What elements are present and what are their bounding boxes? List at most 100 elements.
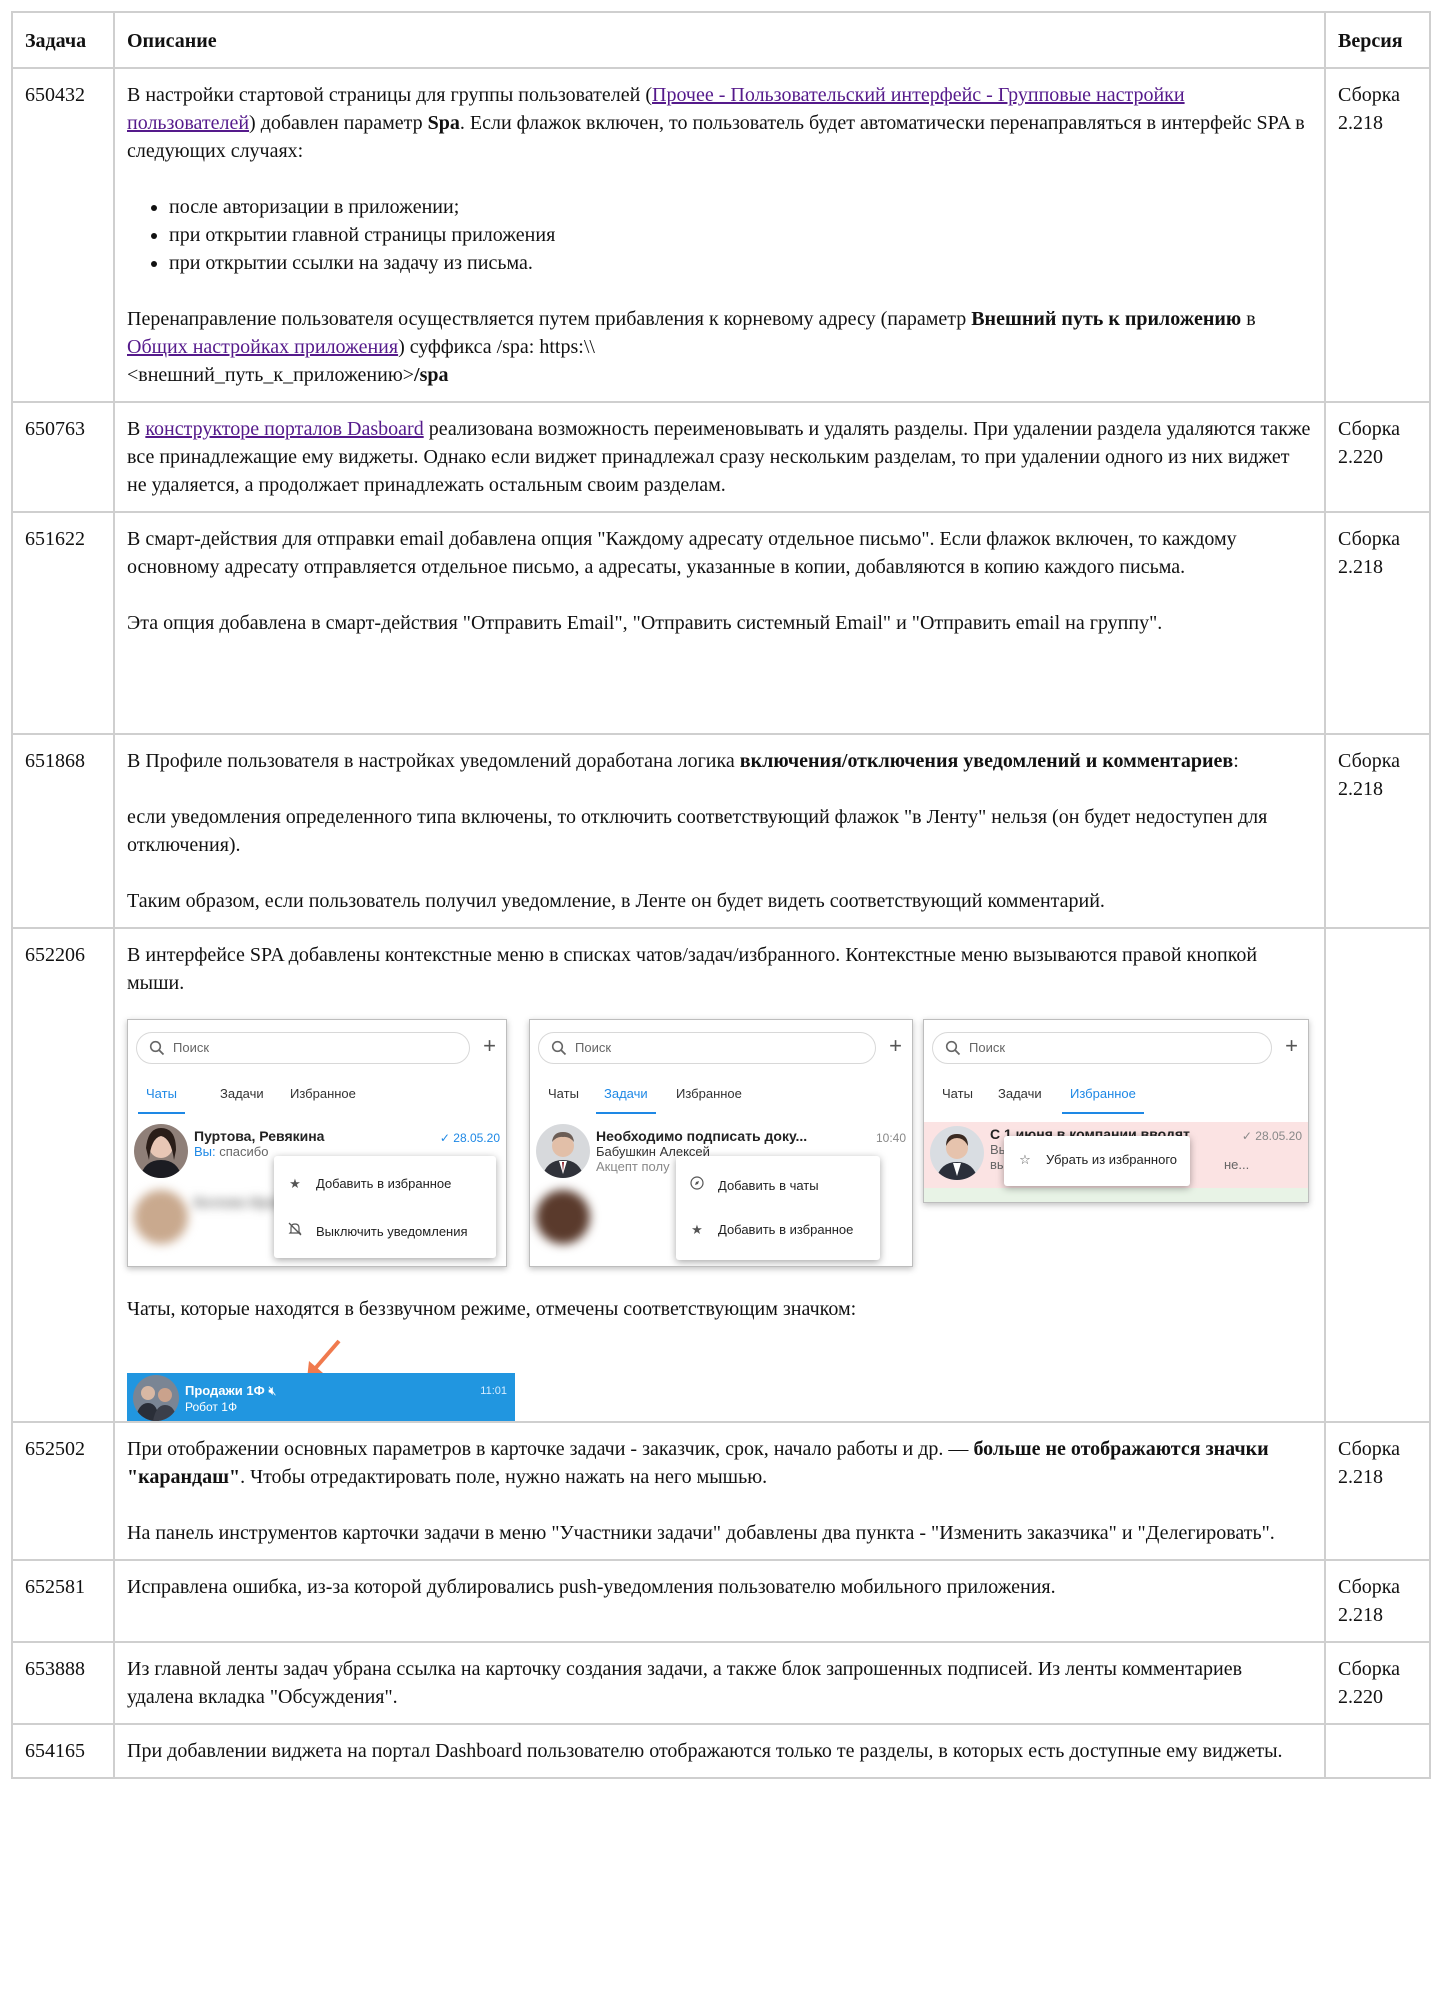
menu-item-remove-favorite[interactable]: ☆ Убрать из избранного	[1016, 1152, 1177, 1168]
menu-label: Выключить уведомления	[316, 1224, 468, 1239]
task-version: Сборка 2.220	[1324, 401, 1431, 513]
add-icon[interactable]: +	[483, 1032, 496, 1060]
menu-label: Убрать из избранного	[1046, 1152, 1178, 1167]
task-id: 650763	[11, 401, 115, 513]
compass-icon	[688, 1176, 706, 1194]
task-description: При отображении основных параметров в ка…	[113, 1421, 1326, 1561]
screenshots-group: Поиск + Чаты Задачи Избранное Пуртова, Р…	[127, 1019, 1312, 1275]
star-outline-icon: ☆	[1019, 1152, 1031, 1167]
paragraph: При отображении основных параметров в ка…	[127, 1435, 1312, 1491]
task-description: В конструкторе порталов Dasboard реализо…	[113, 401, 1326, 513]
task-description: Из главной ленты задач убрана ссылка на …	[113, 1641, 1326, 1725]
list-item[interactable]	[924, 1188, 1308, 1202]
avatar	[133, 1375, 179, 1421]
search-input[interactable]: Поиск	[136, 1032, 470, 1064]
task-id: 652502	[11, 1421, 115, 1561]
chat-preview: Робот 1Ф	[185, 1400, 238, 1414]
paragraph: В настройки стартовой страницы для групп…	[127, 81, 1312, 165]
favorite-preview-tail: не...	[1224, 1157, 1250, 1172]
table-row: 652581 Исправлена ошибка, из-за которой …	[11, 1559, 1431, 1643]
tab-favorites[interactable]: Избранное	[1062, 1086, 1144, 1114]
add-icon[interactable]: +	[1285, 1032, 1298, 1060]
chat-preview: Вы: спасибо	[194, 1144, 268, 1160]
tab-favorites[interactable]: Избранное	[676, 1086, 742, 1102]
chat-row-muted[interactable]: Продажи 1Ф 🔇︎ Робот 1Ф 11:01	[127, 1373, 515, 1421]
chat-name: Пуртова, Ревякина	[194, 1128, 325, 1144]
chat-time: 11:01	[480, 1385, 507, 1397]
context-menu: ☆ Убрать из избранного	[1004, 1136, 1190, 1186]
menu-item-add-favorite[interactable]: ★ Добавить в избранное	[286, 1176, 451, 1192]
menu-item-mute[interactable]: Выключить уведомления	[286, 1222, 468, 1240]
search-input[interactable]: Поиск	[932, 1032, 1272, 1064]
text: спасибо	[215, 1144, 269, 1159]
task-version: Сборка 2.218	[1324, 511, 1431, 735]
release-notes-table: Задача Описание Версия 650432 В настройк…	[11, 11, 1431, 1779]
tab-tasks[interactable]: Задачи	[998, 1086, 1042, 1102]
table-row: 652502 При отображении основных параметр…	[11, 1421, 1431, 1561]
search-icon	[945, 1040, 961, 1056]
task-version: Сборка 2.220	[1324, 1641, 1431, 1725]
tabs: Чаты Задачи Избранное	[548, 1086, 912, 1114]
task-version: Сборка 2.218	[1324, 67, 1431, 403]
paragraph: При добавлении виджета на портал Dashboa…	[127, 1740, 1283, 1762]
task-description: В интерфейсе SPA добавлены контекстные м…	[113, 927, 1326, 1423]
paragraph: Таким образом, если пользователь получил…	[127, 890, 1105, 912]
star-icon: ★	[289, 1176, 301, 1191]
tabs: Чаты Задачи Избранное	[942, 1086, 1308, 1114]
tab-tasks[interactable]: Задачи	[596, 1086, 656, 1114]
search-icon	[551, 1040, 567, 1056]
task-version	[1324, 1723, 1431, 1779]
task-description: В Профиле пользователя в настройках увед…	[113, 733, 1326, 929]
table-row: 651622 В смарт-действия для отправки ema…	[11, 511, 1431, 735]
tab-chats[interactable]: Чаты	[942, 1086, 973, 1102]
avatar	[134, 1124, 188, 1178]
table-row: 653888 Из главной ленты задач убрана ссы…	[11, 1641, 1431, 1725]
bullet-list: после авторизации в приложении; при откр…	[127, 193, 1312, 277]
mute-icon: 🔇︎	[268, 1383, 277, 1398]
link-dashboard-constructor[interactable]: конструкторе порталов Dasboard	[145, 418, 423, 440]
task-id: 652581	[11, 1559, 115, 1643]
avatar	[134, 1190, 188, 1244]
text: В Профиле пользователя в настройках увед…	[127, 750, 740, 772]
search-input[interactable]: Поиск	[538, 1032, 876, 1064]
screenshot-favorites: Поиск + Чаты Задачи Избранное С 1 июня в…	[923, 1019, 1309, 1203]
table-row: 652206 В интерфейсе SPA добавлены контек…	[11, 927, 1431, 1423]
task-id: 650432	[11, 67, 115, 403]
muted-chat-example: Продажи 1Ф 🔇︎ Робот 1Ф 11:01	[127, 1337, 515, 1421]
paragraph: Из главной ленты задач убрана ссылка на …	[127, 1658, 1243, 1708]
search-placeholder: Поиск	[173, 1040, 210, 1055]
text: Перенаправление пользователя осуществляе…	[127, 308, 972, 330]
paragraph: В смарт-действия для отправки email доба…	[127, 528, 1237, 578]
text: При отображении основных параметров в ка…	[127, 1438, 974, 1460]
menu-item-add-chats[interactable]: Добавить в чаты	[688, 1176, 819, 1194]
paragraph: если уведомления определенного типа вклю…	[127, 806, 1268, 856]
table-row: 650763 В конструкторе порталов Dasboard …	[11, 401, 1431, 513]
task-id: 653888	[11, 1641, 115, 1725]
paragraph: Исправлена ошибка, из-за которой дублиро…	[127, 1576, 1056, 1598]
chat-time: ✓ 28.05.20	[439, 1131, 500, 1145]
menu-label: Добавить в чаты	[718, 1178, 819, 1193]
star-icon: ★	[691, 1222, 703, 1237]
add-icon[interactable]: +	[889, 1032, 902, 1060]
list-item: после авторизации в приложении;	[169, 193, 1312, 221]
task-version: Сборка 2.218	[1324, 1421, 1431, 1561]
text: ) суффикса /spa: https:\\	[398, 336, 595, 358]
screenshot-chats: Поиск + Чаты Задачи Избранное Пуртова, Р…	[127, 1019, 507, 1267]
table-row: 651868 В Профиле пользователя в настройк…	[11, 733, 1431, 929]
avatar	[930, 1126, 984, 1180]
tab-chats[interactable]: Чаты	[548, 1086, 579, 1102]
tab-favorites[interactable]: Избранное	[290, 1086, 356, 1102]
task-id: 651868	[11, 733, 115, 929]
list-item: при открытии ссылки на задачу из письма.	[169, 249, 1312, 277]
tab-tasks[interactable]: Задачи	[220, 1086, 264, 1102]
list-item: при открытии главной страницы приложения	[169, 221, 1312, 249]
task-id: 652206	[11, 927, 115, 1423]
link-general-settings[interactable]: Общих настройках приложения	[127, 336, 398, 358]
tab-chats[interactable]: Чаты	[138, 1086, 185, 1114]
table-row: 650432 В настройки стартовой страницы дл…	[11, 67, 1431, 403]
task-preview: Акцепт полу	[596, 1159, 670, 1174]
task-id: 654165	[11, 1723, 115, 1779]
menu-item-add-favorite[interactable]: ★ Добавить в избранное	[688, 1222, 853, 1238]
text: . Чтобы отредактировать поле, нужно нажа…	[240, 1466, 768, 1488]
